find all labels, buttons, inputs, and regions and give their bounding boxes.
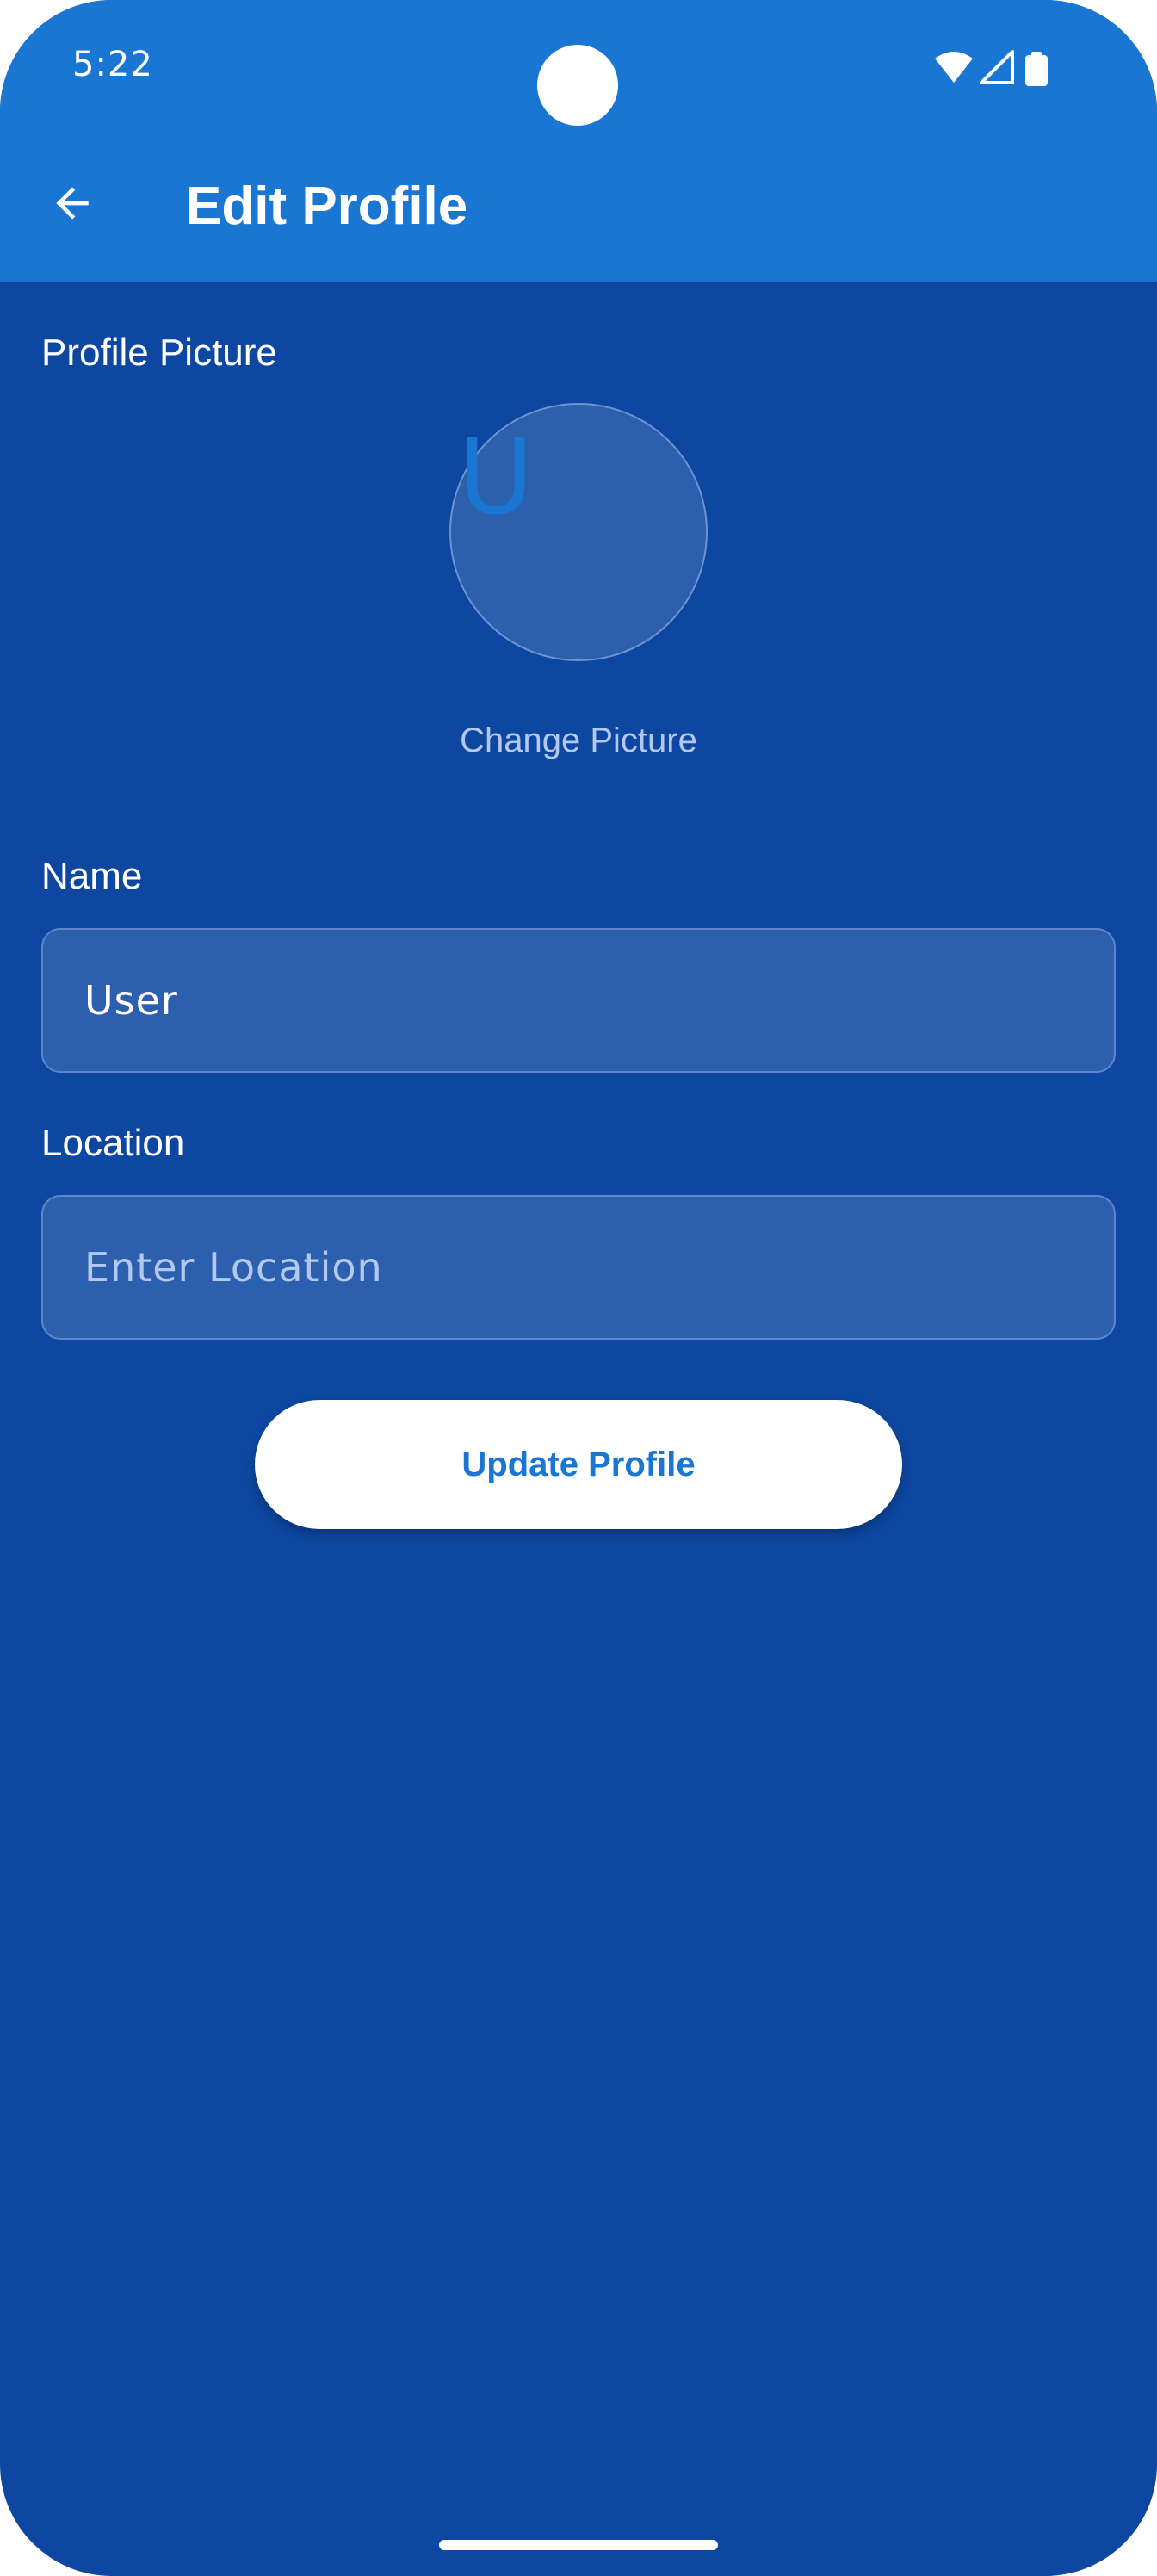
- update-profile-button[interactable]: Update Profile: [255, 1400, 902, 1529]
- name-input[interactable]: [84, 977, 1114, 1024]
- change-picture-button[interactable]: Change Picture: [0, 721, 1157, 760]
- name-label: Name: [41, 855, 143, 897]
- camera-cutout: [537, 45, 618, 126]
- name-field[interactable]: [41, 928, 1116, 1073]
- page-title: Edit Profile: [186, 176, 468, 236]
- location-field[interactable]: [41, 1195, 1116, 1340]
- location-label: Location: [41, 1122, 185, 1164]
- home-indicator[interactable]: [439, 2540, 718, 2550]
- status-icons: [935, 50, 1048, 86]
- location-input[interactable]: [84, 1244, 1114, 1291]
- arrow-left-icon: [56, 187, 89, 220]
- wifi-icon: [935, 52, 973, 83]
- profile-picture-label: Profile Picture: [41, 331, 277, 374]
- battery-icon: [1025, 52, 1048, 86]
- app-bar: 5:22 Edit Profile: [0, 0, 1157, 282]
- status-time: 5:22: [72, 45, 153, 84]
- back-button[interactable]: [41, 172, 103, 234]
- avatar[interactable]: U: [449, 403, 708, 661]
- screen: 5:22 Edit Profile Profile Picture U Chan: [0, 0, 1157, 2576]
- avatar-initial: U: [458, 418, 534, 538]
- signal-icon: [980, 50, 1014, 84]
